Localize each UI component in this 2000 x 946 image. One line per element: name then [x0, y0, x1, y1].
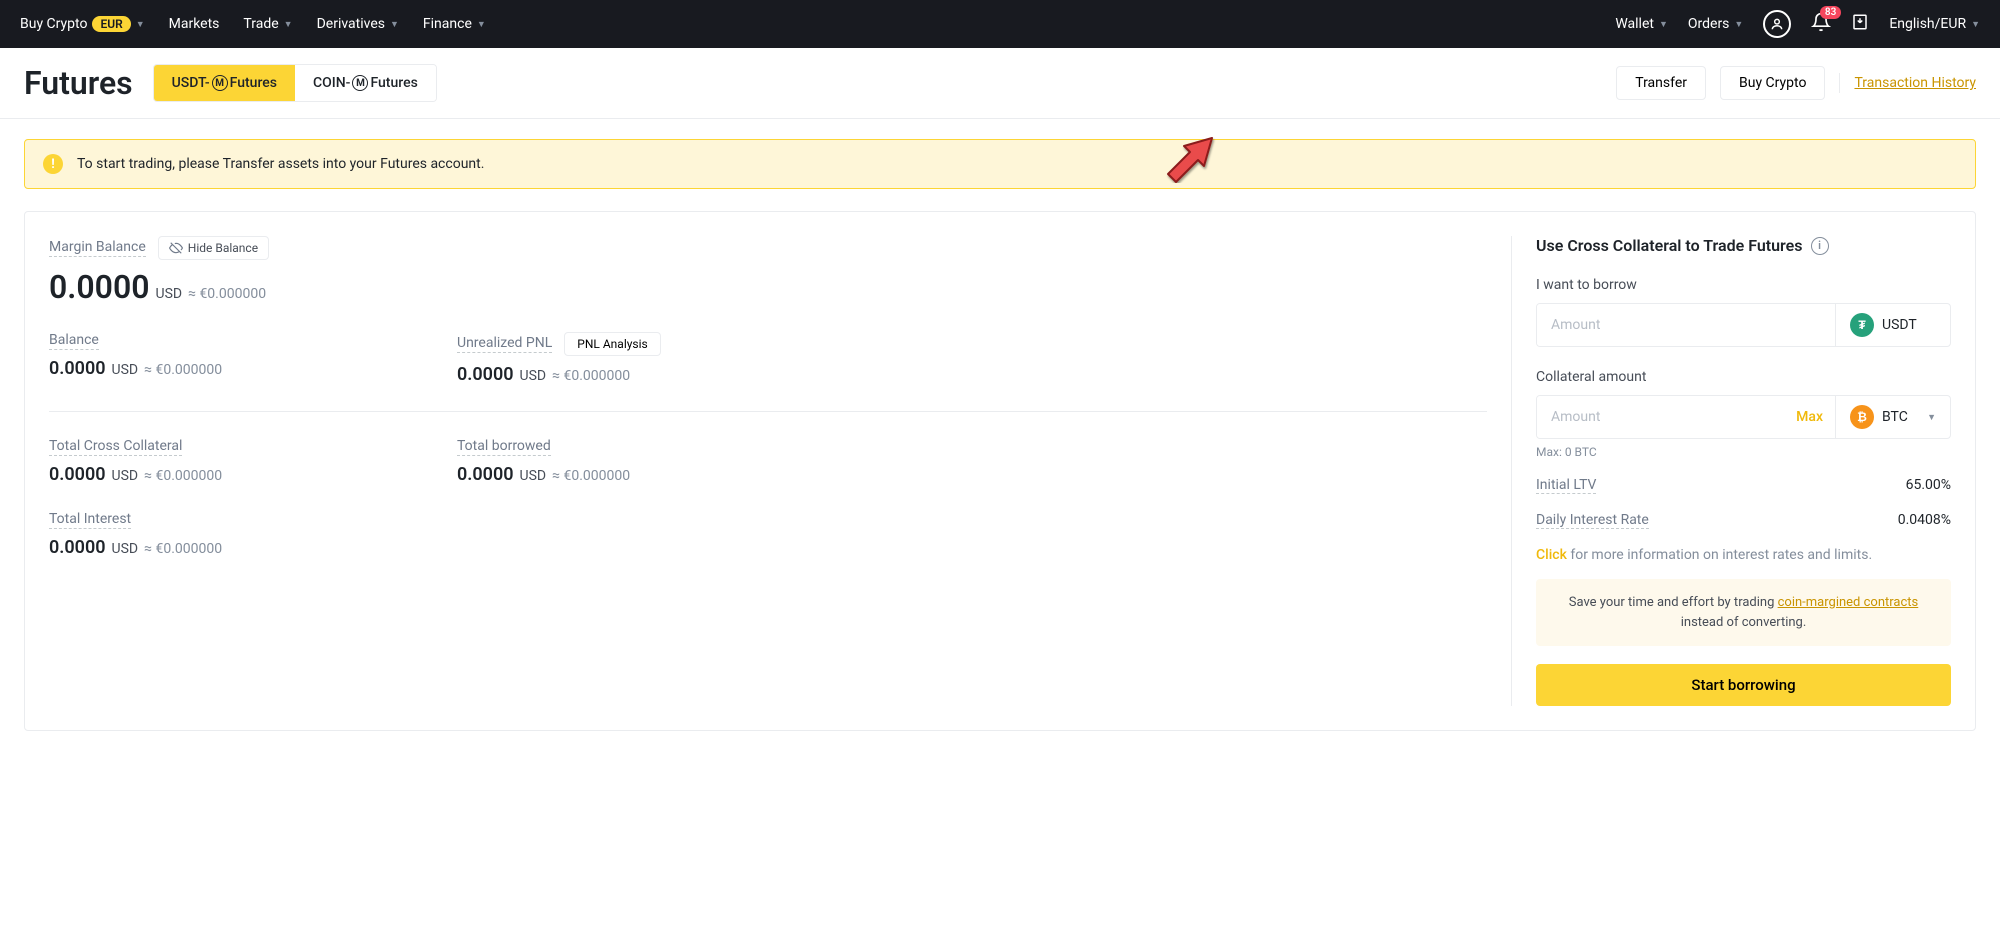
eye-off-icon [169, 241, 183, 255]
collateral-label: Collateral amount [1536, 369, 1951, 385]
unrealized-pnl-label: Unrealized PNL [457, 335, 552, 353]
cross-collateral-block: Total Cross Collateral 0.0000 USD ≈ €0.0… [49, 438, 409, 485]
chevron-down-icon: ▼ [1927, 412, 1936, 423]
margin-balance-label: Margin Balance [49, 239, 146, 257]
caret-icon: ▼ [390, 19, 399, 30]
borrow-amount-input[interactable] [1537, 304, 1835, 346]
nav-buy-crypto-label: Buy Crypto [20, 16, 87, 32]
alert-icon: ! [43, 154, 63, 174]
nav-derivatives[interactable]: Derivatives▼ [317, 16, 399, 32]
divider [49, 411, 1487, 412]
futures-tabs: USDT-M Futures COIN-M Futures [153, 64, 437, 102]
collateral-amount-input[interactable] [1537, 396, 1784, 438]
nav-markets[interactable]: Markets [169, 16, 220, 32]
download-icon[interactable] [1851, 13, 1869, 35]
tab-coin-futures[interactable]: COIN-M Futures [295, 65, 436, 101]
nav-buy-crypto[interactable]: Buy Crypto EUR ▼ [20, 16, 145, 32]
tab-usdt-futures[interactable]: USDT-M Futures [154, 65, 295, 101]
nav-locale[interactable]: English/EUR▼ [1889, 16, 1980, 32]
borrow-panel-title: Use Cross Collateral to Trade Futures i [1536, 236, 1951, 255]
unrealized-pnl-block: Unrealized PNL PNL Analysis 0.0000 USD ≈… [457, 332, 817, 385]
collateral-currency-select[interactable]: ₿ BTC ▼ [1835, 396, 1950, 438]
save-note: Save your time and effort by trading coi… [1536, 579, 1951, 646]
borrow-label: I want to borrow [1536, 277, 1951, 293]
transaction-history-link[interactable]: Transaction History [1854, 75, 1976, 91]
buy-crypto-button[interactable]: Buy Crypto [1720, 66, 1825, 100]
max-hint: Max: 0 BTC [1536, 445, 1951, 459]
top-nav: Buy Crypto EUR ▼ Markets Trade▼ Derivati… [0, 0, 2000, 48]
caret-icon: ▼ [1659, 19, 1668, 30]
coin-margined-link[interactable]: coin-margined contracts [1778, 595, 1919, 610]
total-borrowed-block: Total borrowed 0.0000 USD ≈ €0.000000 [457, 438, 817, 485]
caret-icon: ▼ [136, 19, 145, 30]
alert-text: To start trading, please Transfer assets… [77, 156, 484, 172]
nav-finance[interactable]: Finance▼ [423, 16, 486, 32]
caret-icon: ▼ [284, 19, 293, 30]
collateral-input-group: Max ₿ BTC ▼ [1536, 395, 1951, 439]
caret-icon: ▼ [1734, 19, 1743, 30]
m-icon: M [212, 75, 228, 91]
pnl-analysis-button[interactable]: PNL Analysis [564, 332, 660, 356]
nav-wallet[interactable]: Wallet▼ [1615, 16, 1668, 32]
caret-icon: ▼ [1971, 19, 1980, 30]
borrow-currency-select[interactable]: ₮ USDT [1835, 304, 1950, 346]
main-panel: Margin Balance Hide Balance 0.0000 USD ≈… [24, 211, 1976, 731]
info-text: Click for more information on interest r… [1536, 547, 1951, 563]
total-interest-block: Total Interest 0.0000 USD ≈ €0.000000 [49, 511, 1487, 558]
start-borrowing-button[interactable]: Start borrowing [1536, 664, 1951, 706]
click-link[interactable]: Click [1536, 547, 1567, 563]
max-button[interactable]: Max [1784, 396, 1835, 438]
transfer-button[interactable]: Transfer [1616, 66, 1706, 100]
account-icon[interactable] [1763, 10, 1791, 38]
nav-trade[interactable]: Trade▼ [243, 16, 292, 32]
balance-label: Balance [49, 332, 99, 350]
daily-interest-row: Daily Interest Rate 0.0408% [1536, 512, 1951, 529]
caret-icon: ▼ [477, 19, 486, 30]
borrow-input-group: ₮ USDT [1536, 303, 1951, 347]
divider [1839, 73, 1840, 93]
hide-balance-button[interactable]: Hide Balance [158, 236, 269, 260]
usdt-icon: ₮ [1850, 313, 1874, 337]
borrow-panel: Use Cross Collateral to Trade Futures i … [1511, 236, 1951, 706]
balance-block: Balance 0.0000 USD ≈ €0.000000 [49, 332, 409, 385]
margin-balance-value: 0.0000 [49, 268, 150, 306]
notification-badge: 83 [1820, 6, 1841, 19]
transfer-alert: ! To start trading, please Transfer asse… [24, 139, 1976, 189]
page-title: Futures [24, 64, 133, 102]
nav-orders[interactable]: Orders▼ [1688, 16, 1743, 32]
btc-icon: ₿ [1850, 405, 1874, 429]
margin-balance-block: Margin Balance Hide Balance 0.0000 USD ≈… [49, 236, 1487, 306]
initial-ltv-row: Initial LTV 65.00% [1536, 477, 1951, 494]
balances-section: Margin Balance Hide Balance 0.0000 USD ≈… [49, 236, 1487, 706]
m-icon: M [352, 75, 368, 91]
info-icon[interactable]: i [1811, 237, 1829, 255]
notifications-button[interactable]: 83 [1811, 12, 1831, 36]
eur-badge: EUR [92, 16, 130, 32]
page-header: Futures USDT-M Futures COIN-M Futures Tr… [0, 48, 2000, 119]
